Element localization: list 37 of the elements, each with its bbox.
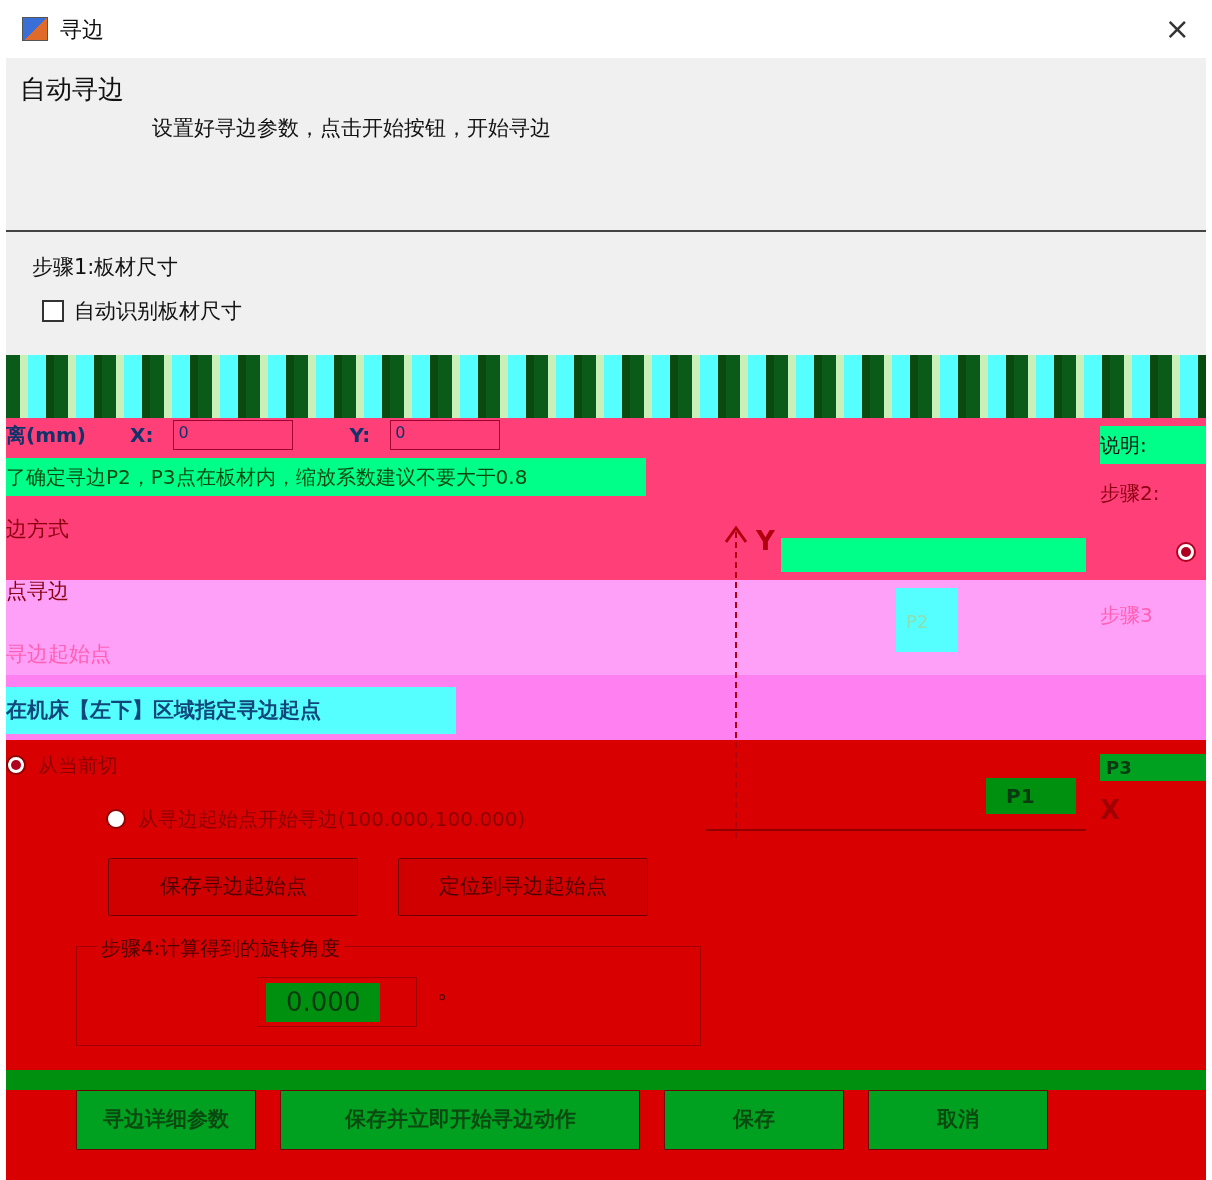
footer-button[interactable]: 保存并立即开始寻边动作 (280, 1090, 640, 1150)
radio-label: 从当前切 (38, 752, 118, 779)
footer-button[interactable]: 取消 (868, 1090, 1048, 1150)
angle-field[interactable]: 0.000 (257, 977, 417, 1027)
mode-title: 边方式 (6, 516, 70, 543)
action-button[interactable]: 保存寻边起始点 (108, 858, 358, 916)
side-step3: 步骤3 (1100, 602, 1154, 629)
footer-button[interactable]: 寻边详细参数 (76, 1090, 256, 1150)
action-button[interactable]: 定位到寻边起始点 (398, 858, 648, 916)
unit-label: ° (437, 989, 447, 1016)
x-axis-label: X (1100, 794, 1122, 827)
radio-label: 从寻边起始点开始寻边(100.000,100.000) (138, 806, 526, 833)
radio-button[interactable] (1176, 542, 1196, 562)
offset-label: 离(mm) (6, 422, 86, 449)
header-title: 自动寻边 (20, 73, 125, 106)
y-field[interactable]: 0 (390, 420, 501, 450)
checkbox-label: 自动识别板材尺寸 (74, 297, 242, 325)
hint-text: 了确定寻边P2，P3点在板材内，缩放系数建议不要大于0.8 (6, 458, 646, 496)
radio-button[interactable] (6, 755, 26, 775)
y-label: Y: (349, 422, 371, 449)
mode-option: 点寻边 (6, 575, 706, 607)
x-label: X: (129, 422, 154, 449)
step1-title: 步骤1:板材尺寸 (32, 254, 180, 281)
footer-button[interactable]: 保存 (664, 1090, 844, 1150)
start-instruction: 在机床【左下】区域指定寻边起点 (6, 686, 456, 734)
header-subtitle: 设置好寻边参数，点击开始按钮，开始寻边 (152, 115, 552, 142)
start-title: 寻边起始点 (6, 641, 112, 668)
side-note: 说明: (1100, 426, 1206, 464)
side-step2: 步骤2: (1100, 480, 1161, 507)
close-button[interactable]: × (1164, 14, 1190, 44)
checkbox[interactable] (42, 300, 64, 323)
edge-diagram: Y P2 P1 (706, 518, 1086, 848)
radio-button[interactable] (106, 809, 126, 829)
x-field[interactable]: 0 (173, 420, 294, 450)
window-title: 寻边 (60, 15, 104, 44)
app-icon (22, 17, 48, 41)
p3-label: P3 (1100, 754, 1206, 781)
